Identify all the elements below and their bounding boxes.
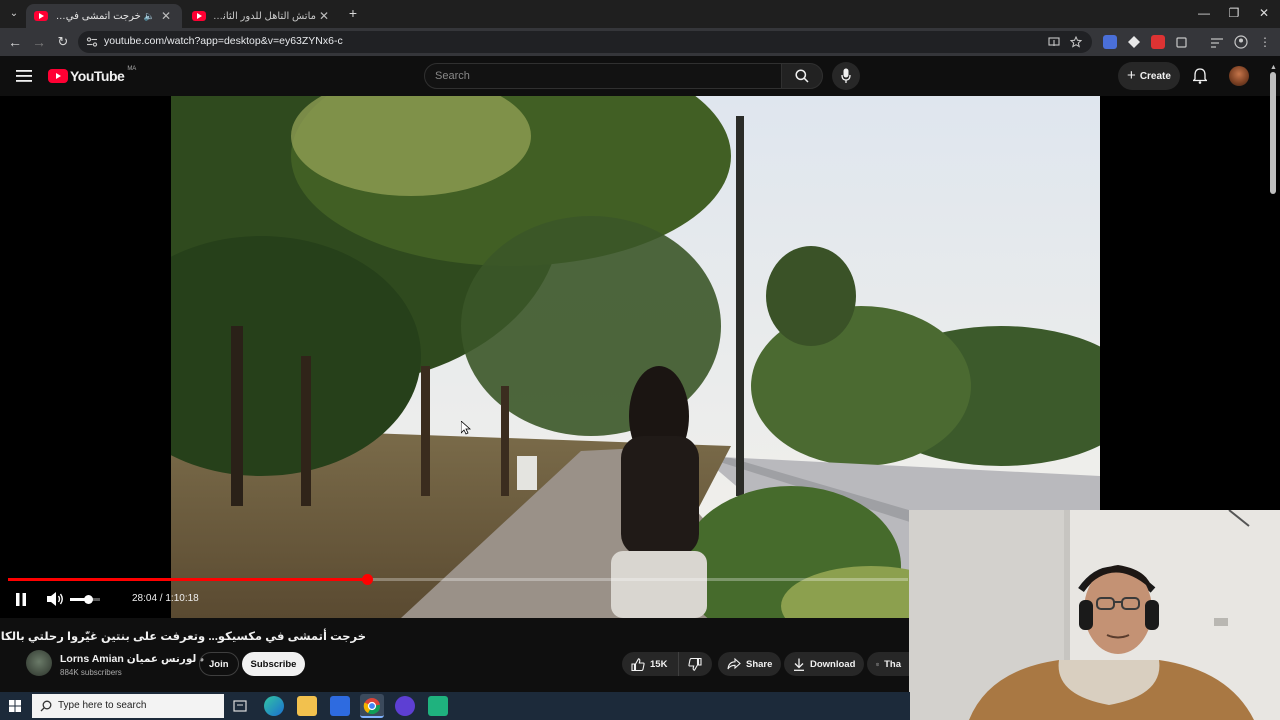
youtube-play-logo-icon — [48, 69, 68, 83]
new-tab-button[interactable]: + — [345, 5, 361, 21]
extension-red-icon[interactable] — [1151, 35, 1165, 49]
share-label: Share — [746, 658, 773, 670]
bookmark-star-icon[interactable] — [1070, 36, 1082, 48]
browser-menu-icon[interactable]: ⋮ — [1258, 35, 1272, 49]
profile-icon[interactable] — [1234, 35, 1248, 49]
windows-start-icon[interactable] — [9, 700, 21, 712]
browser-tab-strip: ⌄ خرجت أتمشى في مكسيكو... 🔈 ✕ ماتش التأه… — [0, 0, 1280, 28]
download-button[interactable]: Download — [784, 652, 865, 676]
restore-icon[interactable]: ❐ — [1224, 6, 1244, 22]
region-code: MA — [127, 66, 137, 72]
site-info-icon[interactable] — [86, 36, 98, 48]
minimize-icon[interactable]: — — [1194, 6, 1214, 22]
tab-groups-icon[interactable] — [1210, 35, 1224, 49]
pause-icon[interactable] — [15, 593, 27, 606]
like-count: 15K — [650, 658, 668, 670]
edge-browser-icon[interactable] — [264, 696, 284, 716]
thumbs-down-icon — [688, 657, 702, 671]
scroll-thumb[interactable] — [1270, 72, 1276, 194]
plus-icon: + — [1127, 67, 1136, 84]
close-tab-icon[interactable]: ✕ — [316, 9, 332, 23]
forward-icon[interactable]: → — [31, 34, 47, 50]
close-tab-icon[interactable]: ✕ — [158, 9, 174, 23]
chrome-taskbar-button[interactable] — [360, 694, 384, 718]
webcam-overlay — [909, 510, 1280, 720]
search-icon — [40, 700, 52, 712]
file-explorer-icon[interactable] — [297, 696, 317, 716]
search-input[interactable]: Search — [424, 63, 782, 89]
dislike-button[interactable] — [678, 652, 712, 676]
mouse-cursor-icon — [461, 421, 471, 435]
thanks-label: Tha — [884, 658, 901, 670]
task-view-icon[interactable] — [230, 696, 250, 716]
download-label: Download — [810, 658, 856, 670]
url-text: youtube.com/watch?app=desktop&v=ey63ZYNx… — [104, 35, 343, 47]
close-window-icon[interactable]: ✕ — [1254, 6, 1274, 22]
thanks-button[interactable]: Tha — [867, 652, 910, 676]
extensions-puzzle-icon[interactable] — [1175, 35, 1189, 49]
chrome-icon — [363, 698, 381, 715]
youtube-header: YouTube MA Search + Create — [0, 56, 1280, 96]
tab-inactive[interactable]: ماتش التأهل للدور الثاني؟ التشك... ✕ — [184, 4, 340, 28]
extension-diamond-icon[interactable] — [1127, 35, 1141, 49]
video-details: خرجت أتمشى في مكسيكو... وتعرفت على بنتين… — [0, 618, 910, 692]
create-label: Create — [1139, 70, 1171, 82]
join-label: Join — [209, 658, 229, 670]
youtube-favicon-icon — [34, 11, 48, 21]
tab-title: ماتش التأهل للدور الثاني؟ التشك... — [212, 10, 316, 22]
volume-handle[interactable] — [84, 595, 93, 604]
channel-name[interactable]: Lorns Amian لورنس عميان — [60, 653, 196, 665]
youtube-logo[interactable]: YouTube MA — [48, 66, 137, 84]
reload-icon[interactable]: ↻ — [55, 34, 71, 50]
webcam-person-image — [909, 510, 1280, 720]
windows-taskbar: Type here to search — [0, 692, 910, 720]
app-icon[interactable] — [428, 696, 448, 716]
share-button[interactable]: Share — [718, 652, 782, 676]
channel-name-row[interactable]: Lorns Amian لورنس عميان ● — [60, 653, 204, 665]
search-icon — [795, 69, 809, 83]
video-title: خرجت أتمشى في مكسيكو... وتعرفت على بنتين… — [0, 631, 366, 643]
tab-active[interactable]: خرجت أتمشى في مكسيكو... 🔈 ✕ — [26, 4, 182, 28]
youtube-wordmark: YouTube — [70, 68, 125, 84]
audio-playing-icon[interactable]: 🔈 — [144, 11, 155, 22]
hamburger-menu-icon[interactable] — [16, 69, 32, 83]
share-arrow-icon — [727, 658, 741, 670]
notifications-bell-icon[interactable] — [1193, 68, 1207, 84]
taskbar-search-input[interactable]: Type here to search — [32, 694, 224, 718]
translate-extension-icon[interactable] — [1103, 35, 1117, 49]
volume-icon[interactable] — [47, 592, 65, 606]
tab-search-icon[interactable]: ⌄ — [6, 6, 22, 22]
time-display: 28:04 / 1:10:18 — [132, 593, 199, 604]
progress-bar[interactable] — [8, 574, 908, 585]
browser-toolbar: ← → ↻ youtube.com/watch?app=desktop&v=ey… — [0, 28, 1280, 56]
user-avatar[interactable] — [1229, 66, 1249, 86]
tab-title: خرجت أتمشى في مكسيكو... — [54, 10, 141, 22]
back-icon[interactable]: ← — [7, 34, 23, 50]
microphone-icon — [841, 68, 851, 83]
progress-played — [8, 578, 368, 581]
subscribe-label: Subscribe — [250, 658, 297, 670]
scroll-up-arrow-icon[interactable]: ▲ — [1270, 64, 1277, 71]
discord-icon[interactable] — [395, 696, 415, 716]
channel-avatar[interactable] — [26, 650, 52, 676]
search-placeholder: Search — [435, 70, 470, 82]
like-button[interactable]: 15K — [622, 652, 678, 676]
subscriber-count: 884K subscribers — [60, 668, 122, 677]
download-icon — [794, 658, 804, 671]
join-button[interactable]: Join — [199, 652, 239, 676]
search-button[interactable] — [781, 63, 823, 89]
voice-search-button[interactable] — [832, 62, 860, 90]
thumbs-up-icon — [631, 657, 645, 671]
create-button[interactable]: + Create — [1118, 62, 1180, 90]
address-bar[interactable]: youtube.com/watch?app=desktop&v=ey63ZYNx… — [78, 31, 1092, 53]
taskbar-search-placeholder: Type here to search — [58, 700, 147, 711]
youtube-favicon-icon — [192, 11, 206, 21]
install-app-icon[interactable] — [1048, 36, 1060, 48]
subscribe-button[interactable]: Subscribe — [242, 652, 305, 676]
volume-slider[interactable] — [70, 595, 100, 604]
super-thanks-icon — [876, 662, 880, 666]
microsoft-store-icon[interactable] — [330, 696, 350, 716]
